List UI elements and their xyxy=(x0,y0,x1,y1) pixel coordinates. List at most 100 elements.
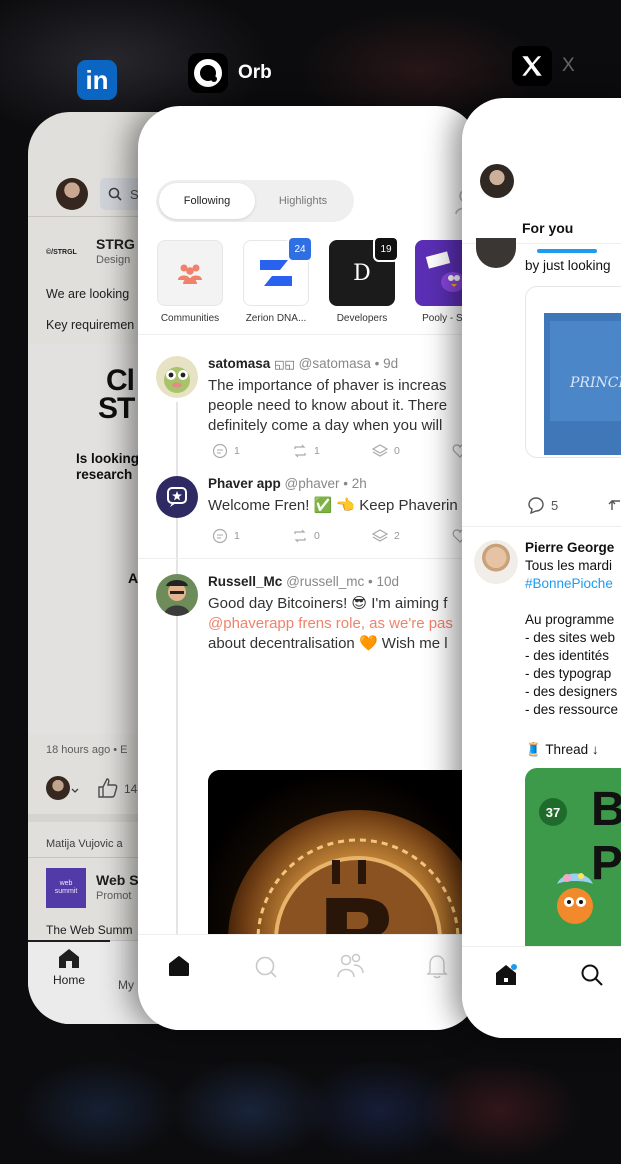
comment-button[interactable]: 1 xyxy=(212,443,292,459)
x-app-card[interactable]: For you by just looking PRINCE of 5 Pier… xyxy=(462,98,621,1038)
x-app-label[interactable]: X xyxy=(512,46,575,86)
author-name[interactable]: Phaver app xyxy=(208,476,281,491)
author-handle: @russell_mc xyxy=(286,574,365,589)
mascot-illustration xyxy=(557,873,593,924)
nav-home-indicator xyxy=(28,940,110,942)
layers-button[interactable]: 0 xyxy=(372,443,452,459)
image-text: Is looking xyxy=(76,451,140,466)
avatar[interactable] xyxy=(46,776,70,800)
tab-indicator xyxy=(537,249,597,253)
author-name[interactable]: Pierre George xyxy=(525,540,614,555)
orb-app-card[interactable]: Following Highlights Communities 24 Zeri… xyxy=(138,106,478,1030)
company-subtitle: Design xyxy=(96,254,131,266)
orb-app-name: Orb xyxy=(238,62,272,83)
home-icon[interactable] xyxy=(168,955,190,977)
feed-toggle: Following Highlights xyxy=(156,180,354,222)
bell-icon[interactable] xyxy=(426,953,448,979)
tab-for-you[interactable]: For you xyxy=(522,220,573,236)
communities-row: Communities 24 Zerion DNA... D 19 Develo… xyxy=(156,236,478,324)
post-text: Good day Bitcoiners! 😎 I'm aiming f @pha… xyxy=(208,595,453,652)
thread-label[interactable]: 🧵 Thread ↓ xyxy=(525,742,599,758)
author-name[interactable]: Russell_Mc xyxy=(208,574,282,589)
search-icon[interactable] xyxy=(254,955,278,979)
nav-home[interactable]: Home xyxy=(44,947,94,987)
post-time: 9d xyxy=(383,356,399,371)
tab-highlights[interactable]: Highlights xyxy=(255,183,351,219)
author-name[interactable]: satomasa xyxy=(208,356,270,371)
community-item[interactable]: 24 Zerion DNA... xyxy=(242,236,313,324)
notification-badge: 19 xyxy=(373,236,399,262)
company-logo: ©/STRGL xyxy=(46,249,77,256)
avatar[interactable] xyxy=(476,238,516,268)
post-header: satomasa ◱◱ @satomasa • 9d xyxy=(208,356,399,371)
avatar[interactable] xyxy=(56,178,88,210)
tweet-text-line: by just looking xyxy=(525,258,611,273)
comment-button[interactable]: 1 xyxy=(212,528,292,544)
image-text: research xyxy=(76,467,133,482)
reply-button[interactable]: 5 xyxy=(527,496,558,514)
ad-subtitle: Promot xyxy=(96,890,132,902)
avatar[interactable] xyxy=(474,540,518,584)
tab-following[interactable]: Following xyxy=(159,183,255,219)
notification-badge: 24 xyxy=(287,236,313,262)
post-text: The importance of phaver is increas peop… xyxy=(208,377,448,434)
image-headline: ST xyxy=(98,392,135,425)
linkedin-app-label[interactable]: in xyxy=(77,60,127,100)
chevron-down-icon xyxy=(71,788,79,793)
search-icon[interactable] xyxy=(580,963,604,987)
tweet-image-promo[interactable]: 37 B P xyxy=(525,768,621,958)
repost-icon[interactable] xyxy=(608,498,621,514)
people-icon xyxy=(178,264,202,284)
avatar[interactable] xyxy=(480,164,514,198)
post-header: Russell_Mc @russell_mc • 10d xyxy=(208,574,400,589)
tweet-list-item: - des sites web xyxy=(525,630,616,645)
comment-icon xyxy=(212,443,228,459)
image-text: A xyxy=(128,570,139,586)
search-icon xyxy=(108,187,122,201)
post-time: 10d xyxy=(376,574,400,589)
nav-my-network[interactable]: My xyxy=(118,976,134,994)
avatar[interactable] xyxy=(156,356,198,398)
avatar[interactable] xyxy=(156,574,198,616)
home-icon[interactable] xyxy=(494,963,518,987)
ad-title[interactable]: Web S xyxy=(96,872,139,888)
ad-logo: web summit xyxy=(46,868,86,908)
repost-icon xyxy=(294,444,306,458)
post-text-line: Key requiremen xyxy=(46,318,135,332)
layers-icon xyxy=(372,529,388,542)
tweet-list-item: - des designers xyxy=(525,684,618,699)
layers-button[interactable]: 2 xyxy=(372,528,452,544)
d-logo-icon: D xyxy=(353,260,371,286)
feed-post[interactable]: Phaver app @phaver • 2h Welcome Fren! ✅ … xyxy=(156,476,478,566)
orb-app-label[interactable]: Orb xyxy=(188,53,272,93)
orb-logo-icon xyxy=(188,53,228,93)
people-icon[interactable] xyxy=(336,951,364,979)
feed-post[interactable]: satomasa ◱◱ @satomasa • 9d The importanc… xyxy=(156,356,478,982)
divider xyxy=(138,334,478,335)
mention-link[interactable]: @phaverapp frens role, as we're pas xyxy=(208,614,453,634)
tweet-image[interactable]: PRINCE of xyxy=(525,286,621,458)
tweet-text-line: Tous les mardi xyxy=(525,558,613,573)
avatar[interactable] xyxy=(156,476,198,518)
image-title: PRINCE of xyxy=(570,375,621,391)
hashtag-link[interactable]: #BonnePioche xyxy=(525,576,613,591)
author-handle: @phaver xyxy=(284,476,340,491)
layers-icon xyxy=(372,444,388,457)
nav-label: My xyxy=(118,978,134,992)
repost-button[interactable]: 0 xyxy=(292,528,372,544)
bottom-nav xyxy=(462,946,621,1038)
post-actions: 1 0 2 xyxy=(212,528,478,544)
post-actions: 1 1 0 xyxy=(212,443,478,459)
company-name[interactable]: STRG xyxy=(96,236,135,252)
divider xyxy=(138,558,478,559)
community-item[interactable]: Communities xyxy=(156,240,224,324)
zerion-logo-icon xyxy=(260,260,292,286)
issue-number-badge: 37 xyxy=(539,798,567,826)
home-icon xyxy=(59,949,79,968)
post-text-line: We are looking xyxy=(46,287,130,301)
repost-button[interactable]: 1 xyxy=(292,443,372,459)
like-icon[interactable] xyxy=(96,776,120,800)
ad-description: The Web Summ xyxy=(46,923,133,937)
community-item[interactable]: D 19 Developers xyxy=(328,236,399,324)
author-badges: ◱◱ xyxy=(274,359,295,371)
